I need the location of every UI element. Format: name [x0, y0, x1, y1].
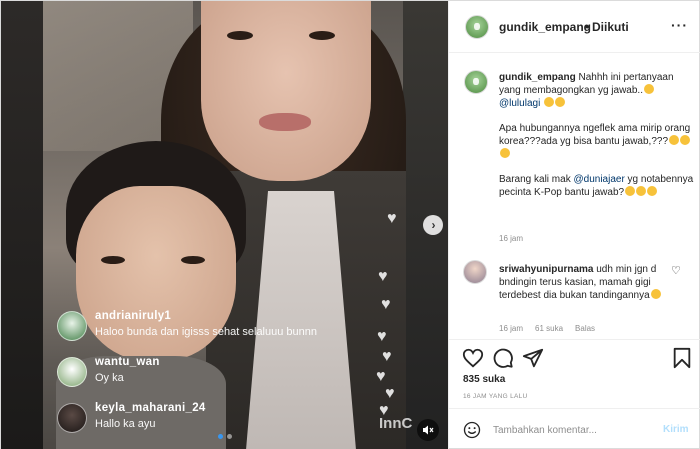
laughing-emoji-icon [650, 289, 661, 299]
laughing-emoji-icon [669, 135, 680, 145]
heart-icon: ♥ [381, 296, 391, 313]
author-avatar[interactable] [465, 15, 489, 39]
laughing-emoji-icon [680, 135, 691, 145]
post-comment-button[interactable]: Kirim [663, 424, 689, 435]
heart-icon: ♥ [377, 328, 387, 345]
speaker-muted-icon [423, 425, 434, 435]
like-comment-icon[interactable]: ♡ [671, 264, 681, 277]
reply-button[interactable]: Balas [575, 324, 595, 333]
commenter-avatar[interactable] [463, 260, 487, 284]
carousel-next-button[interactable]: › [423, 215, 443, 235]
laughing-emoji-icon [625, 186, 636, 196]
caption-timestamp[interactable]: 16 jam [499, 234, 523, 243]
woman-face [201, 1, 371, 181]
post-details-panel: gundik_empang • Diikuti ··· gundik_empan… [448, 1, 700, 449]
heart-icon: ♥ [378, 268, 388, 285]
live-comment: keyla_maharani_24 Hallo ka ayu [57, 401, 377, 435]
carousel-indicator [218, 434, 232, 439]
emoji-picker-icon[interactable] [463, 421, 481, 439]
woman-mouth [259, 113, 311, 131]
comments-section: gundik_empang Nahhh ini pertanyaan yang … [449, 54, 700, 339]
instagram-post: andrianiruly1 Haloo bunda dan igisss seh… [0, 0, 700, 449]
author-username[interactable]: gundik_empang [499, 20, 591, 34]
live-comment: andrianiruly1 Haloo bunda dan igisss seh… [57, 309, 377, 343]
child-eye-right [181, 256, 205, 264]
child-eye-left [101, 256, 125, 264]
comment-timestamp[interactable]: 16 jam [499, 324, 523, 333]
heart-icon: ♥ [376, 368, 386, 385]
laughing-emoji-icon [643, 84, 654, 94]
mention-link[interactable]: @duniajaer [573, 174, 624, 185]
share-icon[interactable] [522, 347, 544, 369]
comment-text: sriwahyunipurnama udh min jgn d bndingin… [499, 263, 664, 302]
live-comment-text: Hallo ka ayu [95, 418, 156, 430]
comment-likes[interactable]: 61 suka [535, 324, 563, 333]
more-options-icon[interactable]: ··· [671, 17, 688, 33]
heart-icon: ♥ [382, 348, 392, 365]
live-comment-text: Haloo bunda dan igisss sehat selaluuu bu… [95, 326, 317, 338]
live-comment: wantu_wan Oy ka [57, 355, 377, 389]
comment-meta: 16 jam 61 suka Balas [499, 324, 595, 333]
follow-status-button[interactable]: Diikuti [592, 20, 629, 34]
caption-avatar[interactable] [464, 70, 488, 94]
caption-username[interactable]: gundik_empang [499, 72, 576, 83]
post-actions: 835 suka 16 JAM YANG LALU Kirim [449, 339, 700, 449]
heart-icon: ♥ [385, 385, 395, 402]
woman-eye-left [227, 31, 253, 40]
caption-paragraph-3-start: Barang kali mak [499, 174, 574, 185]
bookmark-icon[interactable] [671, 347, 693, 369]
laughing-emoji-icon [500, 148, 510, 158]
laughing-emoji-icon [647, 186, 658, 196]
live-hearts: ♥ ♥ ♥ ♥ ♥ ♥ ♥ ♥ [373, 211, 413, 441]
live-comment-avatar [57, 311, 87, 341]
caption-paragraph-2: Apa hubungannya ngeflek ama mirip orang … [499, 123, 691, 147]
live-comment-text: Oy ka [95, 372, 124, 384]
mute-button[interactable] [417, 419, 439, 441]
caption-text: gundik_empang Nahhh ini pertanyaan yang … [499, 71, 695, 211]
carousel-dot [227, 434, 232, 439]
likes-count[interactable]: 835 suka [463, 374, 505, 385]
post-media[interactable]: andrianiruly1 Haloo bunda dan igisss seh… [1, 1, 448, 449]
live-comment-avatar [57, 403, 87, 433]
live-comment-user: andrianiruly1 [95, 310, 172, 322]
post-header: gundik_empang • Diikuti ··· [449, 1, 700, 53]
comment-icon[interactable] [492, 347, 514, 369]
laughing-emoji-icon [555, 97, 566, 107]
comment-input[interactable] [493, 420, 653, 440]
live-comment-avatar [57, 357, 87, 387]
add-comment-bar: Kirim [449, 408, 700, 449]
mention-link[interactable]: @lululagi [499, 98, 540, 109]
live-comment-user: wantu_wan [95, 356, 160, 368]
heart-icon[interactable] [462, 347, 484, 369]
live-comment-user: keyla_maharani_24 [95, 402, 206, 414]
woman-eye-right [309, 31, 335, 40]
header-separator: • [585, 20, 590, 34]
heart-icon: ♥ [387, 210, 397, 227]
laughing-emoji-icon [544, 97, 555, 107]
carousel-dot-active [218, 434, 223, 439]
commenter-username[interactable]: sriwahyunipurnama [499, 264, 593, 275]
laughing-emoji-icon [636, 186, 647, 196]
chevron-right-icon: › [431, 218, 436, 232]
post-timestamp: 16 JAM YANG LALU [463, 393, 528, 400]
video-watermark: InnC [379, 415, 413, 432]
